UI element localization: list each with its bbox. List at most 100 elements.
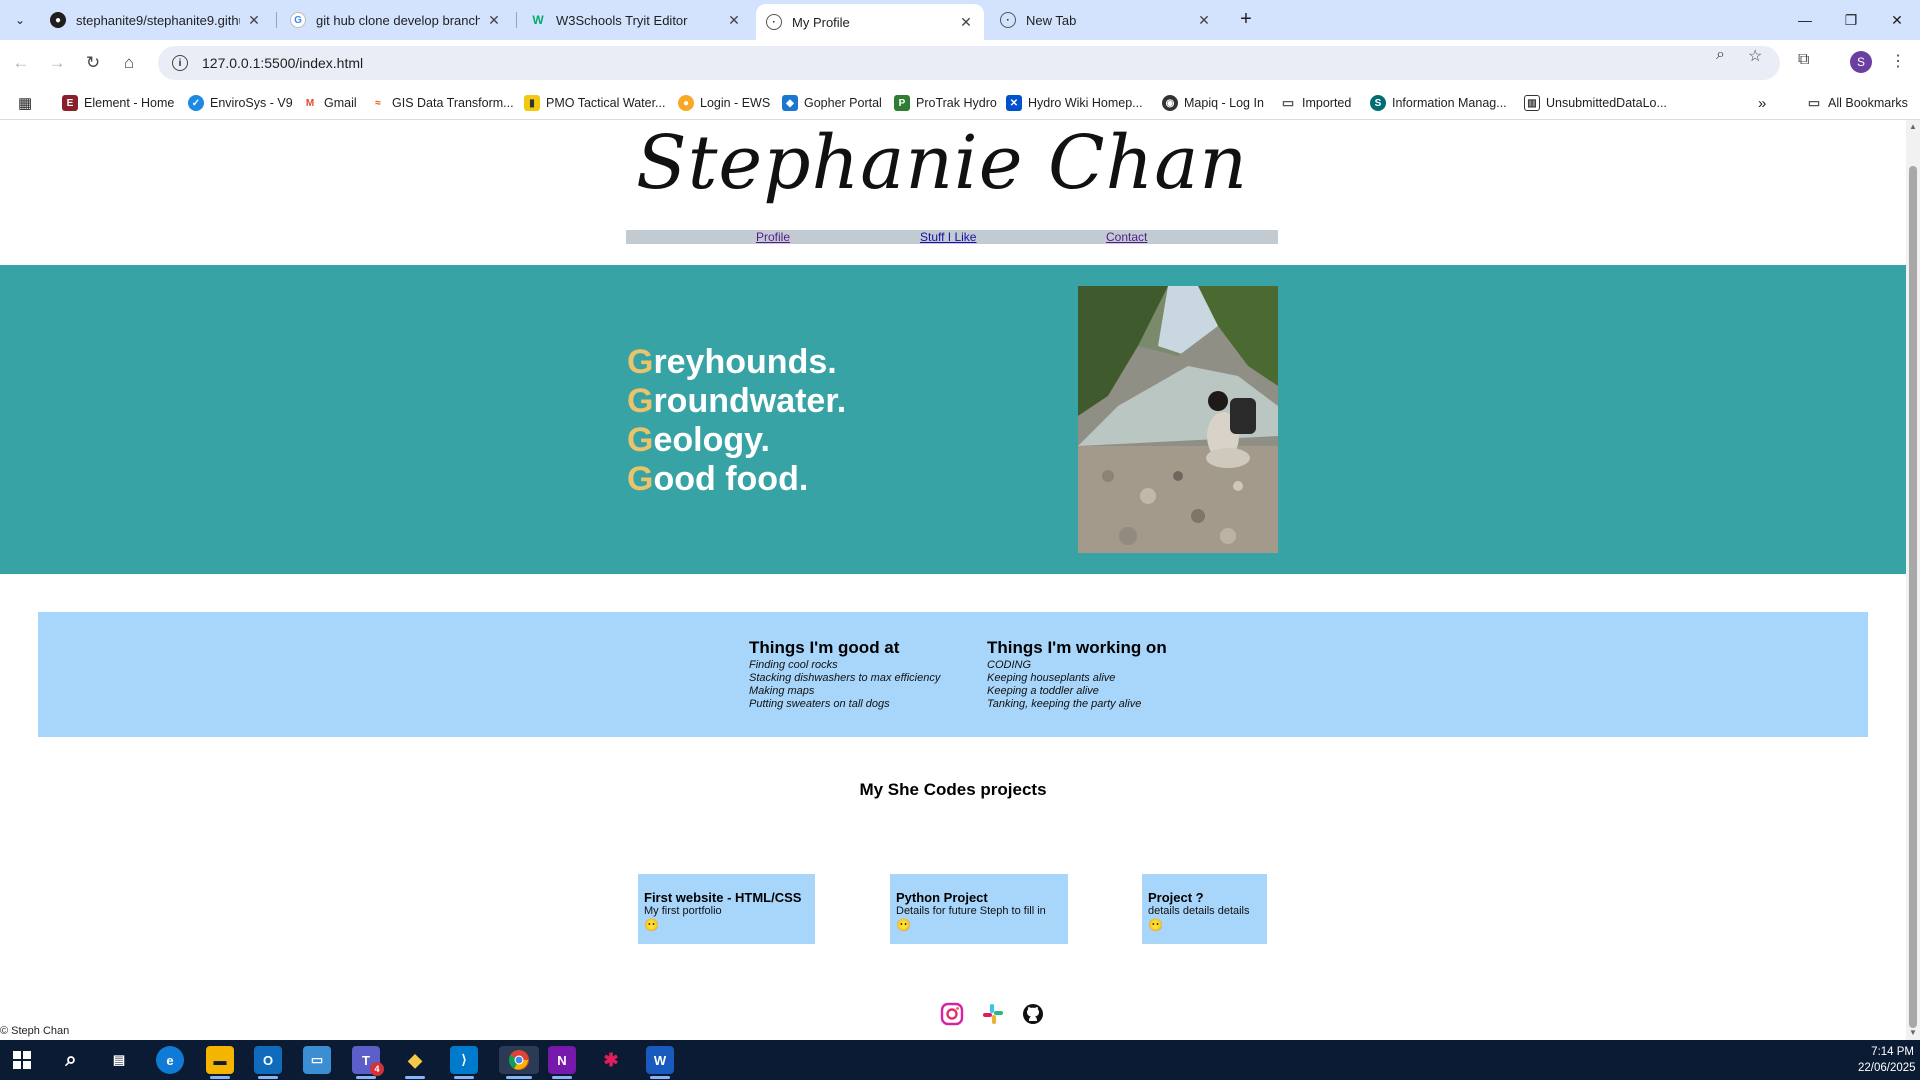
running-indicator <box>454 1076 474 1079</box>
list-item: CODING <box>987 659 1031 671</box>
site-info-icon[interactable]: i <box>172 55 188 71</box>
tab-label: My Profile <box>792 14 850 30</box>
face-emoji-icon: 😶 <box>644 918 659 932</box>
task-view-icon[interactable]: ▤ <box>105 1046 133 1074</box>
bookmark-mapiq[interactable]: ◉ Mapiq - Log In <box>1162 94 1264 112</box>
hero-line: Good food. <box>627 460 809 498</box>
profile-avatar[interactable]: S <box>1850 51 1872 73</box>
profile-photo <box>1078 286 1278 553</box>
protrak-icon: P <box>894 95 910 111</box>
tab-new-tab[interactable]: · New Tab ✕ <box>990 4 1222 36</box>
close-icon[interactable]: ✕ <box>958 14 974 31</box>
tab-strip: ⌄ ● stephanite9/stephanite9.githubio ✕ G… <box>0 0 1920 40</box>
tab-google[interactable]: G git hub clone develop branch to ✕ <box>280 4 512 36</box>
page-scrollbar[interactable]: ▲ ▼ <box>1906 120 1920 1040</box>
good-at-heading: Things I'm good at <box>749 638 900 657</box>
running-indicator <box>552 1076 572 1079</box>
close-icon[interactable]: ✕ <box>486 12 502 29</box>
extensions-icon[interactable]: ⧉ <box>1798 51 1809 69</box>
minimize-button[interactable]: — <box>1782 0 1828 40</box>
bookmark-imported-folder[interactable]: ▭ Imported <box>1280 94 1351 112</box>
list-item: Putting sweaters on tall dogs <box>749 698 890 710</box>
word-icon[interactable]: W <box>646 1046 674 1074</box>
github-icon[interactable] <box>1021 1002 1045 1026</box>
project-card[interactable]: First website - HTML/CSS My first portfo… <box>638 874 815 944</box>
hero-section: Greyhounds. Groundwater. Geology. Good f… <box>0 265 1906 574</box>
close-icon[interactable]: ✕ <box>1196 12 1212 29</box>
tab-label: git hub clone develop branch to <box>316 12 480 28</box>
page-viewport: Stephanie Chan Profile Stuff I Like Cont… <box>0 120 1906 1040</box>
hero-line: Greyhounds. <box>627 343 837 381</box>
bookmark-envirosys[interactable]: ✓ EnviroSys - V9 <box>188 94 293 112</box>
file-explorer-icon[interactable]: ▬ <box>206 1046 234 1074</box>
reload-button[interactable]: ↻ <box>80 50 106 76</box>
running-indicator <box>650 1076 670 1079</box>
report-icon: ▥ <box>1524 95 1540 111</box>
bookmark-star-icon[interactable]: ☆ <box>1748 46 1762 66</box>
slack-icon[interactable]: ✱ <box>597 1046 625 1074</box>
windows-taskbar: ⌕ ▤ e ▬ O ▭ T 4 ◆ ⟩ N ✱ W 7:14 PM 22/06/… <box>0 1040 1920 1080</box>
edge-icon[interactable]: e <box>156 1046 184 1074</box>
powerbi-icon: ▮ <box>524 95 540 111</box>
chrome-icon[interactable] <box>499 1046 539 1074</box>
folder-icon: ▭ <box>1806 95 1822 111</box>
menu-kebab-icon[interactable]: ⋮ <box>1890 51 1906 71</box>
globe-icon: · <box>1000 12 1016 28</box>
tab-w3schools[interactable]: W W3Schools Tryit Editor ✕ <box>520 4 752 36</box>
windows-start-icon[interactable] <box>8 1046 36 1074</box>
back-button[interactable]: ← <box>8 50 34 76</box>
bookmark-pmo[interactable]: ▮ PMO Tactical Water... <box>524 94 665 112</box>
slack-icon[interactable] <box>981 1002 1005 1026</box>
onenote-icon[interactable]: N <box>548 1046 576 1074</box>
github-icon: ● <box>50 12 66 28</box>
bookmark-information-management[interactable]: S Information Manag... <box>1370 94 1507 112</box>
bookmark-hydro-wiki[interactable]: ✕ Hydro Wiki Homep... <box>1006 94 1143 112</box>
system-clock[interactable]: 7:14 PM 22/06/2025 <box>1858 1044 1916 1076</box>
project-card[interactable]: Project ? details details details 😶 <box>1142 874 1267 944</box>
bookmark-ews[interactable]: ● Login - EWS <box>678 94 770 112</box>
nav-stuff-i-like-link[interactable]: Stuff I Like <box>920 230 976 244</box>
search-icon[interactable]: ⌕ <box>57 1046 85 1074</box>
restore-button[interactable]: ❐ <box>1828 0 1874 40</box>
scrollbar-thumb[interactable] <box>1909 166 1917 1028</box>
bookmark-gmail[interactable]: M Gmail <box>302 94 357 112</box>
scroll-down-icon[interactable]: ▼ <box>1909 1028 1917 1037</box>
bookmark-protrak[interactable]: P ProTrak Hydro <box>894 94 997 112</box>
tab-search-button[interactable]: ⌄ <box>8 8 32 32</box>
working-on-column: Things I'm working on CODING Keeping hou… <box>987 638 1167 711</box>
vscode-icon[interactable]: ⟩ <box>450 1046 478 1074</box>
apps-grid-icon[interactable]: ▦ <box>18 94 32 112</box>
git-client-icon[interactable]: ◆ <box>401 1046 429 1074</box>
running-indicator <box>258 1076 278 1079</box>
bookmark-element-home[interactable]: E Element - Home <box>62 94 174 112</box>
tab-github[interactable]: ● stephanite9/stephanite9.githubio ✕ <box>40 4 272 36</box>
bookmark-unsubmitted-data[interactable]: ▥ UnsubmittedDataLo... <box>1524 94 1667 112</box>
instagram-icon[interactable] <box>940 1002 964 1026</box>
bookmark-gis[interactable]: ≈ GIS Data Transform... <box>370 94 514 112</box>
close-icon[interactable]: ✕ <box>246 12 262 29</box>
list-item: Finding cool rocks <box>749 659 838 671</box>
good-at-column: Things I'm good at Finding cool rocks St… <box>749 638 940 711</box>
remote-desktop-icon[interactable]: ▭ <box>303 1046 331 1074</box>
globe-icon: · <box>766 14 782 30</box>
nav-profile-link[interactable]: Profile <box>756 230 790 244</box>
tab-my-profile[interactable]: · My Profile ✕ <box>756 4 984 40</box>
new-tab-button[interactable]: + <box>1234 8 1258 32</box>
tab-label: W3Schools Tryit Editor <box>556 12 688 28</box>
forward-button[interactable]: → <box>44 50 70 76</box>
bookmark-gopher[interactable]: ◆ Gopher Portal <box>782 94 882 112</box>
close-window-button[interactable]: ✕ <box>1874 0 1920 40</box>
close-icon[interactable]: ✕ <box>726 12 742 29</box>
address-bar[interactable]: i 127.0.0.1:5500/index.html <box>158 46 1780 80</box>
scroll-up-icon[interactable]: ▲ <box>1909 122 1917 131</box>
envirosys-icon: ✓ <box>188 95 204 111</box>
nav-contact-link[interactable]: Contact <box>1106 230 1147 244</box>
outlook-icon[interactable]: O <box>254 1046 282 1074</box>
bookmarks-overflow-icon[interactable]: » <box>1758 94 1766 112</box>
zoom-icon[interactable]: ⌕ <box>1716 46 1725 64</box>
home-button[interactable]: ⌂ <box>116 50 142 76</box>
all-bookmarks-button[interactable]: ▭ All Bookmarks <box>1806 94 1908 112</box>
hero-line: Groundwater. <box>627 382 847 420</box>
project-card[interactable]: Python Project Details for future Steph … <box>890 874 1068 944</box>
gopher-icon: ◆ <box>782 95 798 111</box>
